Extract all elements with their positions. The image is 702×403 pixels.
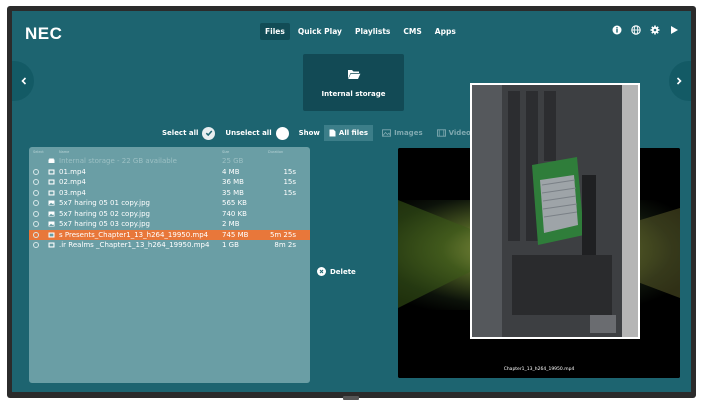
video-icon	[43, 169, 59, 175]
file-name: s Presents_Chapter1_13_h264_19950.mp4	[59, 230, 209, 239]
image-icon	[43, 211, 59, 217]
info-icon[interactable]	[612, 25, 622, 35]
storage-label: Internal storage	[321, 89, 386, 98]
filter-images-label: Images	[394, 129, 423, 137]
file-name: 5x7 haring 05 02 copy.jpg	[59, 209, 150, 218]
unselect-all-button[interactable]	[275, 126, 289, 140]
compute-module-photo	[472, 85, 638, 337]
storage-tile-internal[interactable]: Internal storage	[303, 54, 404, 111]
file-name: .ir Realms _Chapter1_13_h264_19950.mp4	[59, 241, 210, 250]
file-size: 745 MB	[222, 230, 249, 239]
film-icon	[436, 129, 446, 137]
globe-icon[interactable]	[631, 25, 641, 35]
nav-apps[interactable]: Apps	[430, 23, 461, 40]
folder-icon	[347, 69, 360, 79]
nav-files[interactable]: Files	[260, 23, 290, 40]
video-icon	[43, 232, 59, 238]
chevron-left-icon	[21, 77, 27, 85]
delete-label: Delete	[330, 267, 356, 276]
file-duration: 5m 25s	[269, 230, 296, 239]
file-name: 5x7 haring 05 01 copy.jpg	[59, 199, 150, 208]
video-icon	[43, 179, 59, 185]
filter-bar: Select all Unselect all Show All files I…	[162, 125, 476, 141]
col-size: Size	[222, 149, 230, 154]
storage-row[interactable]: Internal storage - 22 GB available 25 GB	[29, 156, 310, 167]
file-duration: 15s	[283, 167, 296, 176]
drive-icon	[43, 158, 59, 164]
col-select: Select	[33, 149, 44, 154]
file-row[interactable]: s Presents_Chapter1_13_h264_19950.mp4 745…	[29, 229, 310, 240]
file-size: 4 MB	[222, 167, 240, 176]
top-icon-bar	[612, 25, 679, 35]
file-list-panel: Select Name Size Duration Internal stora…	[29, 147, 310, 383]
filter-video-label: Video	[448, 129, 471, 137]
file-size: 36 MB	[222, 178, 244, 187]
nec-logo: NEC	[25, 24, 63, 43]
file-size: 740 KB	[222, 209, 247, 218]
filter-all-files[interactable]: All files	[323, 125, 374, 141]
preview-caption: Chapter1_13_h264_19950.mp4	[503, 367, 575, 372]
file-select-radio[interactable]	[29, 210, 43, 217]
file-name: 01.mp4	[59, 167, 86, 176]
image-icon	[43, 200, 59, 206]
file-row[interactable]: 03.mp4 35 MB 15s	[29, 188, 310, 199]
file-row[interactable]: 5x7 haring 05 02 copy.jpg 740 KB	[29, 209, 310, 220]
file-name: 02.mp4	[59, 178, 86, 187]
filter-images[interactable]: Images	[377, 125, 428, 141]
file-select-radio[interactable]	[29, 189, 43, 196]
file-select-radio[interactable]	[29, 221, 43, 228]
scroll-right-button[interactable]	[669, 61, 691, 101]
file-size: 565 KB	[222, 199, 247, 208]
file-select-radio[interactable]	[29, 200, 43, 207]
nav-cms[interactable]: CMS	[398, 23, 426, 40]
unselect-all-label: Unselect all	[225, 129, 272, 137]
delete-button[interactable]: Delete	[317, 267, 356, 276]
scroll-left-button[interactable]	[12, 61, 34, 101]
file-row[interactable]: 02.mp4 36 MB 15s	[29, 177, 310, 188]
file-duration: 8m 2s	[274, 241, 296, 250]
file-select-radio[interactable]	[29, 242, 43, 249]
file-row[interactable]: 01.mp4 4 MB 15s	[29, 167, 310, 178]
top-nav: Files Quick Play Playlists CMS Apps	[260, 22, 461, 41]
image-icon	[43, 221, 59, 227]
file-icon	[329, 129, 336, 137]
delete-icon	[317, 267, 326, 276]
image-icon	[382, 129, 392, 137]
file-row[interactable]: 5x7 haring 05 03 copy.jpg 2 MB	[29, 219, 310, 230]
file-name: Internal storage - 22 GB available	[59, 157, 177, 166]
file-size: 35 MB	[222, 188, 244, 197]
file-row[interactable]: 5x7 haring 05 01 copy.jpg 565 KB	[29, 198, 310, 209]
file-name: 5x7 haring 05 03 copy.jpg	[59, 220, 150, 229]
file-select-radio[interactable]	[29, 168, 43, 175]
nav-playlists[interactable]: Playlists	[350, 23, 395, 40]
file-table-header: Select Name Size Duration	[29, 147, 310, 156]
file-duration: 15s	[283, 188, 296, 197]
chevron-right-icon	[676, 77, 682, 85]
file-row[interactable]: .ir Realms _Chapter1_13_h264_19950.mp4 1 …	[29, 240, 310, 251]
file-select-radio[interactable]	[29, 231, 43, 238]
file-size: 2 MB	[222, 220, 240, 229]
monitor-stand	[343, 396, 359, 400]
file-select-radio[interactable]	[29, 179, 43, 186]
video-icon	[43, 190, 59, 196]
check-icon	[205, 130, 213, 137]
file-size: 1 GB	[222, 241, 239, 250]
nav-quick-play[interactable]: Quick Play	[293, 23, 347, 40]
file-duration: 15s	[283, 178, 296, 187]
video-icon	[43, 242, 59, 248]
col-duration: Duration	[268, 149, 284, 154]
file-name: 03.mp4	[59, 188, 86, 197]
col-name: Name	[59, 149, 70, 154]
file-table-body: Internal storage - 22 GB available 25 GB 0…	[29, 156, 310, 251]
select-all-button[interactable]	[202, 126, 216, 140]
settings-icon[interactable]	[650, 25, 660, 35]
show-label: Show	[298, 129, 320, 137]
file-size: 25 GB	[222, 157, 244, 166]
play-icon[interactable]	[669, 25, 679, 35]
select-all-label: Select all	[162, 129, 199, 137]
filter-all-files-label: All files	[338, 129, 369, 137]
hardware-photo-inset	[470, 83, 640, 339]
